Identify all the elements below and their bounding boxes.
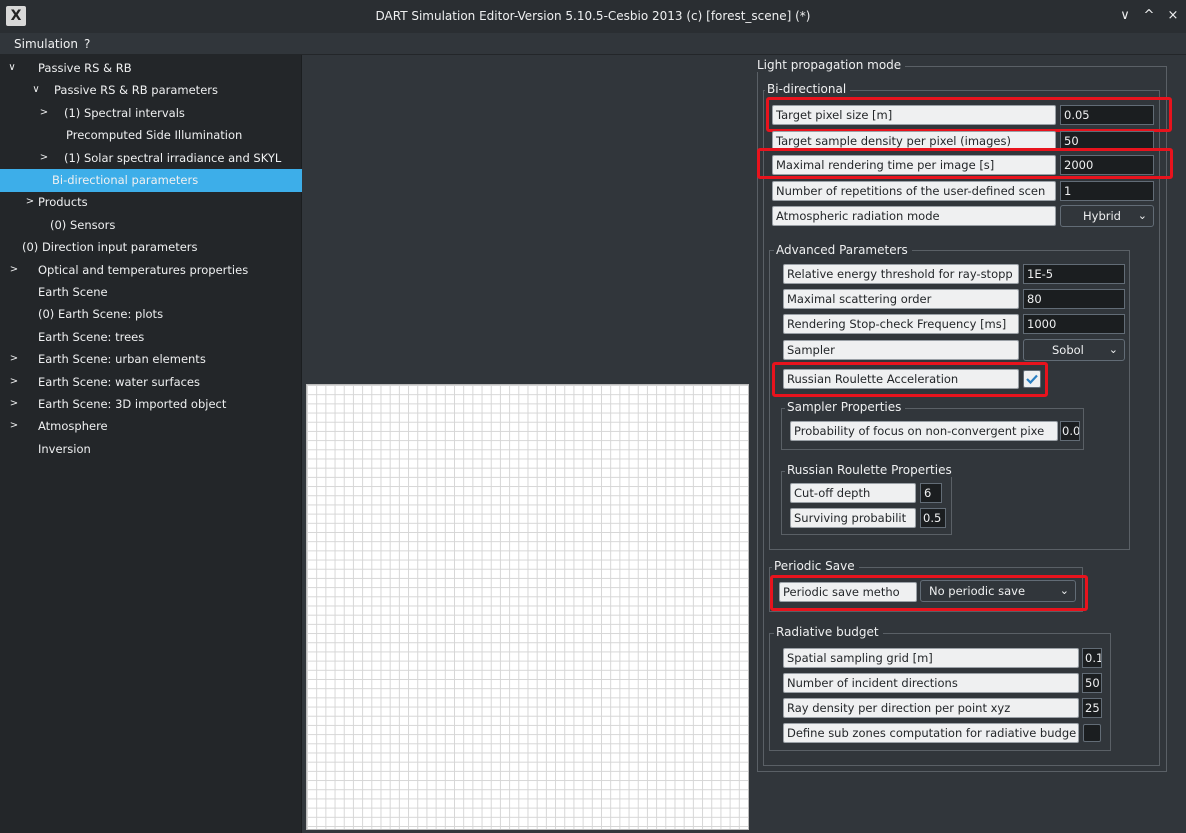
ray-density-label: Ray density per direction per point xyz bbox=[783, 698, 1079, 718]
chevron-down-icon: ⌄ bbox=[1108, 343, 1118, 356]
menu-help[interactable]: ? bbox=[78, 33, 96, 55]
scattering-order-input[interactable]: 80 bbox=[1023, 289, 1125, 309]
incident-directions-input[interactable]: 50 bbox=[1082, 673, 1102, 693]
repetitions-input[interactable]: 1 bbox=[1060, 181, 1154, 201]
bidirectional-title: Bi-directional bbox=[765, 82, 851, 96]
tree-item-label: (1) Spectral intervals bbox=[64, 105, 185, 120]
tree-item[interactable]: Earth Scene bbox=[0, 281, 302, 304]
highlight-periodic-save bbox=[770, 575, 1088, 611]
scene-grid-canvas[interactable] bbox=[306, 384, 749, 830]
highlight-russian-roulette bbox=[772, 362, 1048, 397]
chevron-right-icon[interactable]: > bbox=[8, 259, 20, 282]
sampler-label: Sampler bbox=[783, 340, 1019, 360]
periodic-save-title: Periodic Save bbox=[772, 559, 859, 573]
tree-item[interactable]: > (1) Solar spectral irradiance and SKYL bbox=[0, 147, 302, 170]
tree-item-label: Earth Scene bbox=[38, 285, 108, 299]
sub-zones-checkbox[interactable] bbox=[1083, 724, 1101, 742]
tree-item[interactable]: > Atmosphere bbox=[0, 415, 302, 438]
ray-density-input[interactable]: 25 bbox=[1082, 698, 1102, 718]
focus-probability-input[interactable]: 0.0 bbox=[1060, 421, 1080, 441]
chevron-down-icon[interactable]: ∨ bbox=[30, 79, 42, 102]
tree-item[interactable]: > Earth Scene: urban elements bbox=[0, 348, 302, 371]
cutoff-depth-label: Cut-off depth bbox=[790, 483, 916, 503]
chevron-right-icon[interactable]: > bbox=[8, 348, 20, 371]
repetitions-label: Number of repetitions of the user-define… bbox=[772, 181, 1056, 201]
simulation-tree[interactable]: ∨ Passive RS & RB ∨ Passive RS & RB paramet… bbox=[0, 55, 302, 833]
highlight-max-rendering-time bbox=[757, 148, 1173, 179]
tree-item[interactable]: Inversion bbox=[0, 438, 302, 461]
maximize-button[interactable]: ^ bbox=[1141, 8, 1157, 24]
atmospheric-mode-label: Atmospheric radiation mode bbox=[772, 206, 1056, 226]
tree-item-label: (1) Solar spectral irradiance and SKYL bbox=[64, 150, 282, 165]
sub-zones-label: Define sub zones computation for radiati… bbox=[783, 723, 1079, 743]
chevron-right-icon[interactable]: > bbox=[8, 371, 20, 394]
tree-item[interactable]: > Earth Scene: water surfaces bbox=[0, 371, 302, 394]
tree-item[interactable]: > Earth Scene: 3D imported object bbox=[0, 393, 302, 416]
spatial-sampling-input[interactable]: 0.1 bbox=[1082, 648, 1102, 668]
tree-item-label: Products bbox=[38, 195, 88, 210]
tree-item-label: Passive RS & RB bbox=[38, 61, 132, 75]
tree-item-label: Passive RS & RB parameters bbox=[54, 83, 218, 98]
sampler-select[interactable]: Sobol ⌄ bbox=[1023, 339, 1125, 361]
chevron-right-icon[interactable]: > bbox=[8, 393, 20, 416]
tree-item[interactable]: > Products bbox=[0, 191, 302, 214]
tree-item[interactable]: Bi-directional parameters bbox=[0, 169, 302, 192]
chevron-right-icon[interactable]: > bbox=[38, 147, 50, 170]
advanced-parameters-title: Advanced Parameters bbox=[774, 243, 912, 257]
chevron-right-icon[interactable]: > bbox=[38, 102, 50, 125]
tree-item[interactable]: > Optical and temperatures properties bbox=[0, 259, 302, 282]
tree-item-label: Earth Scene: 3D imported object bbox=[38, 397, 227, 411]
surviving-probability-label: Surviving probabilit bbox=[790, 508, 916, 528]
chevron-down-icon[interactable]: ∨ bbox=[6, 57, 18, 80]
tree-item-label: Earth Scene: water surfaces bbox=[38, 374, 200, 389]
stop-check-frequency-input[interactable]: 1000 bbox=[1023, 314, 1125, 334]
tree-item-label: (0) Direction input parameters bbox=[22, 240, 198, 255]
tree-item[interactable]: Precomputed Side Illumination bbox=[0, 124, 302, 147]
chevron-right-icon[interactable]: > bbox=[24, 191, 36, 214]
tree-item-label: Atmosphere bbox=[38, 419, 108, 434]
focus-probability-label: Probability of focus on non-convergent p… bbox=[790, 421, 1058, 441]
cutoff-depth-input[interactable]: 6 bbox=[920, 483, 942, 503]
tree-item[interactable]: > (1) Spectral intervals bbox=[0, 102, 302, 125]
stop-check-frequency-label: Rendering Stop-check Frequency [ms] bbox=[783, 314, 1019, 334]
atmospheric-mode-value: Hybrid bbox=[1083, 209, 1121, 223]
tree-item-label: (0) Earth Scene: plots bbox=[38, 307, 164, 322]
light-propagation-title: Light propagation mode bbox=[755, 58, 906, 72]
tree-item[interactable]: (0) Direction input parameters bbox=[0, 236, 302, 259]
tree-item[interactable]: Earth Scene: trees bbox=[0, 326, 302, 349]
menu-simulation[interactable]: Simulation bbox=[8, 33, 84, 55]
tree-item-label: Optical and temperatures properties bbox=[38, 262, 249, 277]
menu-bar: Simulation ? bbox=[0, 33, 1186, 55]
radiative-budget-title: Radiative budget bbox=[774, 625, 883, 639]
tree-item-label: Earth Scene: urban elements bbox=[38, 352, 206, 367]
energy-threshold-label: Relative energy threshold for ray-stopp bbox=[783, 264, 1019, 284]
tree-item[interactable]: (0) Earth Scene: plots bbox=[0, 303, 302, 326]
chevron-down-icon: ⌄ bbox=[1137, 209, 1147, 222]
scattering-order-label: Maximal scattering order bbox=[783, 289, 1019, 309]
spatial-sampling-label: Spatial sampling grid [m] bbox=[783, 648, 1079, 668]
tree-item-label: Bi-directional parameters bbox=[52, 173, 199, 187]
atmospheric-mode-select[interactable]: Hybrid ⌄ bbox=[1060, 205, 1154, 227]
sampler-value: Sobol bbox=[1052, 343, 1084, 357]
tree-item[interactable]: ∨ Passive RS & RB bbox=[0, 57, 302, 80]
russian-roulette-properties-title: Russian Roulette Properties bbox=[785, 463, 956, 477]
tree-item-label: Precomputed Side Illumination bbox=[66, 128, 243, 143]
sampler-properties-title: Sampler Properties bbox=[785, 400, 906, 414]
close-button[interactable]: × bbox=[1165, 8, 1181, 24]
parameters-panel: Light propagation mode Bi-directional Ta… bbox=[752, 55, 1186, 833]
surviving-probability-input[interactable]: 0.5 bbox=[920, 508, 946, 528]
tree-item-label: Inversion bbox=[38, 441, 91, 456]
chevron-right-icon[interactable]: > bbox=[8, 415, 20, 438]
tree-item-label: (0) Sensors bbox=[50, 217, 116, 232]
energy-threshold-input[interactable]: 1E-5 bbox=[1023, 264, 1125, 284]
highlight-target-pixel-size bbox=[766, 97, 1172, 132]
minimize-button[interactable]: ∨ bbox=[1117, 8, 1133, 24]
tree-item[interactable]: ∨ Passive RS & RB parameters bbox=[0, 79, 302, 102]
tree-item-label: Earth Scene: trees bbox=[38, 329, 145, 344]
tree-item[interactable]: (0) Sensors bbox=[0, 214, 302, 237]
window-title: DART Simulation Editor-Version 5.10.5-Ce… bbox=[375, 9, 811, 23]
incident-directions-label: Number of incident directions bbox=[783, 673, 1079, 693]
